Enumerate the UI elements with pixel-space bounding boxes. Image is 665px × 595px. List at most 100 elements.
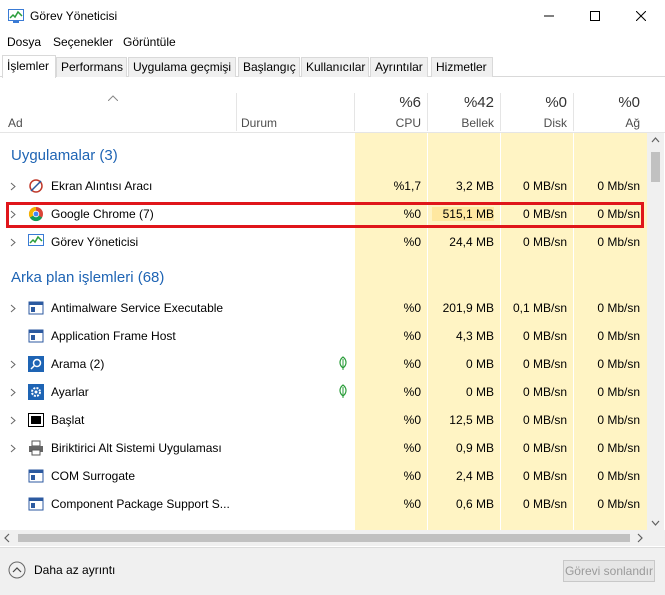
tab-performance[interactable]: Performans bbox=[56, 57, 127, 77]
table-row[interactable]: Ekran Alıntısı Aracı %1,7 3,2 MB 0 MB/sn… bbox=[0, 172, 645, 200]
table-row[interactable]: Ayarlar %0 0 MB 0 MB/sn 0 Mb/sn bbox=[0, 378, 645, 406]
task-manager-icon bbox=[8, 9, 24, 26]
maximize-icon bbox=[590, 11, 600, 21]
tab-services[interactable]: Hizmetler bbox=[431, 57, 493, 77]
network-total[interactable]: %0 bbox=[578, 94, 640, 111]
chevron-right-icon[interactable] bbox=[10, 414, 16, 428]
disk-value: 0 MB/sn bbox=[522, 469, 567, 483]
annotation-highlight bbox=[6, 202, 644, 228]
disk-value: 0 MB/sn bbox=[522, 329, 567, 343]
process-name: Antimalware Service Executable bbox=[51, 301, 224, 315]
task-manager-icon bbox=[28, 234, 44, 250]
column-status[interactable]: Durum bbox=[241, 116, 277, 130]
column-divider bbox=[500, 93, 501, 131]
process-list: Ad Durum %6 CPU %42 Bellek %0 Disk %0 Ağ… bbox=[0, 78, 665, 530]
less-details-label: Daha az ayrıntı bbox=[34, 563, 116, 577]
title-bar: Görev Yöneticisi bbox=[0, 0, 665, 32]
chevron-right-icon[interactable] bbox=[10, 302, 16, 316]
chevron-right-icon[interactable] bbox=[10, 236, 16, 250]
cpu-value: %0 bbox=[403, 385, 421, 399]
network-value: 0 Mb/sn bbox=[597, 235, 640, 249]
start-icon bbox=[28, 412, 44, 428]
cpu-value: %0 bbox=[403, 413, 421, 427]
column-divider bbox=[236, 93, 237, 131]
cpu-value: %0 bbox=[403, 329, 421, 343]
gear-icon bbox=[28, 384, 44, 400]
cpu-value: %0 bbox=[403, 301, 421, 315]
memory-value: 0,9 MB bbox=[455, 441, 494, 455]
menu-options[interactable]: Seçenekler bbox=[53, 35, 113, 49]
tab-app-history[interactable]: Uygulama geçmişi bbox=[128, 57, 236, 77]
network-value: 0 Mb/sn bbox=[597, 385, 640, 399]
chevron-right-icon[interactable] bbox=[10, 386, 16, 400]
column-name[interactable]: Ad bbox=[8, 116, 23, 130]
leaf-icon bbox=[338, 356, 348, 373]
memory-value: 201,9 MB bbox=[442, 301, 494, 315]
chevron-right-icon[interactable] bbox=[10, 442, 16, 456]
chevron-right-icon[interactable] bbox=[10, 358, 16, 372]
cpu-value: %0 bbox=[403, 469, 421, 483]
tab-details[interactable]: Ayrıntılar bbox=[370, 57, 428, 77]
table-row[interactable]: Component Package Support S... %0 0,6 MB… bbox=[0, 490, 645, 518]
menu-view[interactable]: Görüntüle bbox=[123, 35, 176, 49]
vertical-scrollbar[interactable] bbox=[647, 133, 664, 530]
column-header: Ad Durum %6 CPU %42 Bellek %0 Disk %0 Ağ bbox=[0, 78, 665, 133]
column-memory[interactable]: Bellek bbox=[432, 116, 494, 130]
group-background: Arka plan işlemleri (68) bbox=[11, 269, 165, 286]
network-value: 0 Mb/sn bbox=[597, 469, 640, 483]
minimize-button[interactable] bbox=[526, 0, 572, 32]
memory-value: 0 MB bbox=[465, 357, 494, 371]
column-divider bbox=[427, 93, 428, 131]
chevron-right-icon[interactable] bbox=[10, 180, 16, 194]
app-window-icon bbox=[28, 300, 44, 316]
window-title: Görev Yöneticisi bbox=[30, 9, 118, 23]
end-task-button[interactable]: Görevi sonlandır bbox=[563, 560, 655, 582]
network-value: 0 Mb/sn bbox=[597, 413, 640, 427]
network-value: 0 Mb/sn bbox=[597, 179, 640, 193]
table-row[interactable]: Biriktirici Alt Sistemi Uygulaması %0 0,… bbox=[0, 434, 645, 462]
maximize-button[interactable] bbox=[572, 0, 618, 32]
column-cpu[interactable]: CPU bbox=[360, 116, 421, 130]
disk-total[interactable]: %0 bbox=[505, 94, 567, 111]
table-row[interactable]: Arama (2) %0 0 MB 0 MB/sn 0 Mb/sn bbox=[0, 350, 645, 378]
cpu-value: %0 bbox=[403, 235, 421, 249]
table-row[interactable]: COM Surrogate %0 2,4 MB 0 MB/sn 0 Mb/sn bbox=[0, 462, 645, 490]
process-name: COM Surrogate bbox=[51, 469, 136, 483]
cpu-value: %0 bbox=[403, 497, 421, 511]
process-name: Görev Yöneticisi bbox=[51, 235, 139, 249]
scrollbar-graphic bbox=[4, 533, 643, 543]
table-row[interactable]: Başlat %0 12,5 MB 0 MB/sn 0 Mb/sn bbox=[0, 406, 645, 434]
footer-bar: Daha az ayrıntı Görevi sonlandır bbox=[0, 547, 665, 595]
memory-value: 3,2 MB bbox=[455, 179, 494, 193]
memory-value: 0,6 MB bbox=[455, 497, 494, 511]
process-name: Biriktirici Alt Sistemi Uygulaması bbox=[51, 441, 222, 455]
network-value: 0 Mb/sn bbox=[597, 329, 640, 343]
tab-users[interactable]: Kullanıcılar bbox=[301, 57, 369, 77]
disk-value: 0,1 MB/sn bbox=[512, 301, 567, 315]
table-row[interactable]: Antimalware Service Executable %0 201,9 … bbox=[0, 294, 645, 322]
tab-processes[interactable]: İşlemler bbox=[2, 55, 56, 78]
less-details-button[interactable]: Daha az ayrıntı bbox=[8, 561, 115, 579]
tab-startup[interactable]: Başlangıç bbox=[238, 57, 300, 77]
disk-value: 0 MB/sn bbox=[522, 413, 567, 427]
app-window-icon bbox=[28, 468, 44, 484]
menu-file[interactable]: Dosya bbox=[7, 35, 41, 49]
process-name: Application Frame Host bbox=[51, 329, 176, 343]
network-value: 0 Mb/sn bbox=[597, 497, 640, 511]
column-disk[interactable]: Disk bbox=[505, 116, 567, 130]
table-row[interactable]: Application Frame Host %0 4,3 MB 0 MB/sn… bbox=[0, 322, 645, 350]
cpu-value: %0 bbox=[403, 441, 421, 455]
cpu-total[interactable]: %6 bbox=[360, 94, 421, 111]
close-button[interactable] bbox=[618, 0, 664, 32]
memory-total[interactable]: %42 bbox=[432, 94, 494, 111]
column-network[interactable]: Ağ bbox=[578, 116, 640, 130]
scrollbar-graphic bbox=[651, 137, 660, 526]
process-name: Ekran Alıntısı Aracı bbox=[51, 179, 153, 193]
memory-value: 24,4 MB bbox=[449, 235, 494, 249]
process-name: Arama (2) bbox=[51, 357, 105, 371]
memory-value: 4,3 MB bbox=[455, 329, 494, 343]
minimize-icon bbox=[544, 15, 554, 17]
horizontal-scrollbar[interactable] bbox=[0, 530, 648, 546]
group-apps: Uygulamalar (3) bbox=[11, 147, 118, 164]
table-row[interactable]: Görev Yöneticisi %0 24,4 MB 0 MB/sn 0 Mb… bbox=[0, 228, 645, 256]
